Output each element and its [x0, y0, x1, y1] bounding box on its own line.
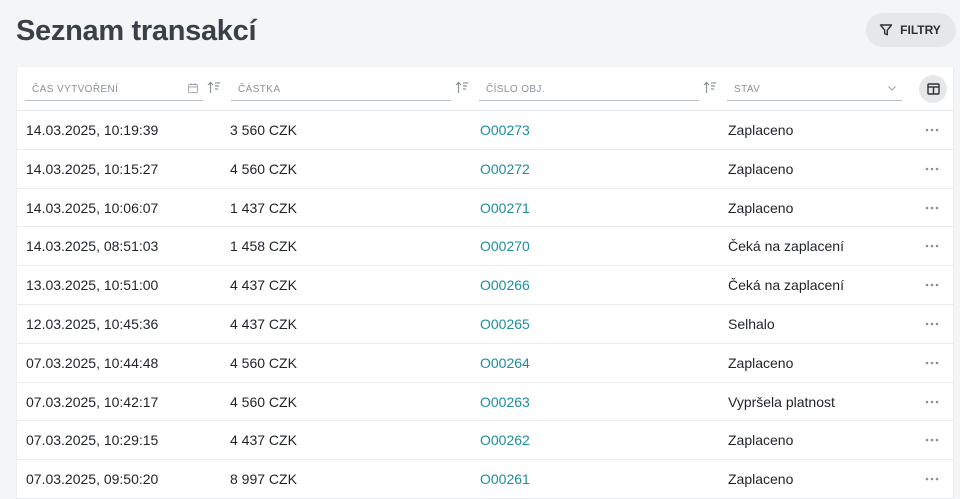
order-number-link[interactable]: O00272 — [480, 150, 530, 188]
order-number-link[interactable]: O00262 — [480, 421, 530, 459]
table-row[interactable]: 14.03.2025, 10:15:27 4 560 CZK O00272 Zapla… — [17, 150, 953, 189]
row-actions-button[interactable] — [921, 278, 943, 292]
table-row[interactable]: 13.03.2025, 10:51:00 4 437 CZK O00266 Čeká … — [17, 266, 953, 305]
created-time-cell: 14.03.2025, 08:51:03 — [26, 238, 159, 255]
state-cell: Zaplaceno — [728, 471, 794, 488]
state-cell: Čeká na zaplacení — [728, 238, 844, 255]
created-time-cell: 14.03.2025, 10:19:39 — [26, 122, 159, 138]
created-time-filter[interactable]: ČAS VYTVOŘENÍ — [25, 77, 203, 101]
more-horizontal-icon — [925, 477, 939, 481]
row-actions-button[interactable] — [921, 162, 943, 176]
calendar-icon[interactable] — [187, 82, 199, 94]
amount-cell: 4 437 CZK — [230, 432, 297, 449]
state-cell: Zaplaceno — [728, 199, 794, 216]
order-number-link[interactable]: O00263 — [480, 383, 530, 421]
order-number-filter[interactable]: ČÍSLO OBJ. — [479, 77, 699, 101]
created-time-column-label: ČAS VYTVOŘENÍ — [32, 84, 119, 95]
table-row[interactable]: 07.03.2025, 09:50:20 8 997 CZK O00261 Zapla… — [17, 460, 953, 499]
more-horizontal-icon — [925, 400, 939, 403]
state-cell: Zaplaceno — [728, 354, 794, 371]
more-horizontal-icon — [925, 206, 939, 209]
order-number-link[interactable]: O00264 — [480, 344, 530, 382]
amount-cell: 4 560 CZK — [230, 393, 297, 410]
row-actions-button[interactable] — [921, 433, 943, 447]
order-number-link[interactable]: O00266 — [480, 266, 530, 304]
table-row[interactable]: 12.03.2025, 10:45:36 4 437 CZK O00265 Selha… — [17, 305, 953, 344]
order-number-column-label: ČÍSLO OBJ. — [486, 84, 546, 95]
created-time-cell: 07.03.2025, 10:42:17 — [26, 393, 159, 410]
sort-amount-icon[interactable] — [455, 81, 469, 94]
amount-cell: 3 560 CZK — [230, 122, 297, 138]
amount-cell: 4 437 CZK — [230, 315, 297, 332]
table-row[interactable]: 07.03.2025, 10:29:15 4 437 CZK O00262 Zapla… — [17, 421, 953, 461]
amount-cell: 4 560 CZK — [230, 160, 297, 177]
state-cell: Zaplaceno — [728, 432, 794, 449]
amount-cell: 4 560 CZK — [230, 354, 297, 371]
order-number-link[interactable]: O00271 — [480, 189, 530, 227]
created-time-cell: 14.03.2025, 10:15:27 — [26, 160, 159, 177]
amount-cell: 1 458 CZK — [230, 238, 297, 255]
filters-button-label: FILTRY — [900, 23, 941, 37]
columns-icon — [926, 83, 940, 95]
row-actions-button[interactable] — [921, 395, 943, 409]
state-cell: Zaplaceno — [728, 122, 794, 138]
created-time-cell: 12.03.2025, 10:45:36 — [26, 315, 159, 332]
order-number-link[interactable]: O00270 — [480, 227, 530, 265]
state-cell: Vypršela platnost — [728, 393, 835, 410]
created-time-cell: 07.03.2025, 09:50:20 — [26, 471, 159, 488]
state-filter[interactable]: STAV — [727, 77, 902, 101]
column-settings-button[interactable] — [919, 75, 947, 103]
order-number-link[interactable]: O00273 — [480, 111, 530, 149]
table-body: 14.03.2025, 10:19:39 3 560 CZK O00273 Zapla… — [17, 111, 953, 499]
created-time-cell: 07.03.2025, 10:44:48 — [26, 354, 159, 371]
amount-filter[interactable]: ČÁSTKA — [231, 77, 451, 101]
more-horizontal-icon — [925, 283, 939, 287]
state-cell: Čeká na zaplacení — [728, 277, 844, 294]
row-actions-button[interactable] — [921, 123, 943, 137]
table-row[interactable]: 14.03.2025, 10:06:07 1 437 CZK O00271 Zapla… — [17, 189, 953, 228]
table-row[interactable]: 07.03.2025, 10:42:17 4 560 CZK O00263 Vyprš… — [17, 383, 953, 422]
filter-icon — [879, 24, 893, 36]
more-horizontal-icon — [925, 439, 939, 442]
sort-order-number-icon[interactable] — [703, 81, 717, 94]
more-horizontal-icon — [925, 245, 939, 248]
table-row[interactable]: 14.03.2025, 08:51:03 1 458 CZK O00270 Čeká … — [17, 227, 953, 267]
row-actions-button[interactable] — [921, 356, 943, 370]
amount-cell: 1 437 CZK — [230, 199, 297, 216]
created-time-cell: 13.03.2025, 10:51:00 — [26, 277, 159, 294]
row-actions-button[interactable] — [921, 201, 943, 215]
state-cell: Zaplaceno — [728, 160, 794, 177]
order-number-link[interactable]: O00261 — [480, 460, 530, 498]
sort-created-time-icon[interactable] — [207, 81, 221, 94]
more-horizontal-icon — [925, 128, 939, 132]
row-actions-button[interactable] — [921, 317, 943, 331]
table-header: ČAS VYTVOŘENÍ ČÁSTKA ČÍSLO OBJ. STAV — [17, 67, 953, 111]
created-time-cell: 14.03.2025, 10:06:07 — [26, 199, 159, 216]
page-title: Seznam transakcí — [16, 15, 257, 47]
order-number-link[interactable]: O00265 — [480, 305, 530, 343]
transactions-table: ČAS VYTVOŘENÍ ČÁSTKA ČÍSLO OBJ. STAV 14.… — [16, 67, 954, 499]
row-actions-button[interactable] — [921, 472, 943, 486]
amount-cell: 4 437 CZK — [230, 277, 297, 294]
table-row[interactable]: 14.03.2025, 10:19:39 3 560 CZK O00273 Zapla… — [17, 111, 953, 150]
state-cell: Selhalo — [728, 315, 775, 332]
filters-button[interactable]: FILTRY — [866, 13, 956, 47]
more-horizontal-icon — [925, 361, 939, 365]
state-column-label: STAV — [734, 84, 761, 95]
table-row[interactable]: 07.03.2025, 10:44:48 4 560 CZK O00264 Zapla… — [17, 344, 953, 383]
more-horizontal-icon — [925, 167, 939, 171]
amount-cell: 8 997 CZK — [230, 471, 297, 488]
row-actions-button[interactable] — [921, 239, 943, 253]
more-horizontal-icon — [925, 322, 939, 326]
created-time-cell: 07.03.2025, 10:29:15 — [26, 432, 159, 449]
amount-column-label: ČÁSTKA — [238, 84, 281, 95]
chevron-down-icon — [888, 86, 896, 91]
